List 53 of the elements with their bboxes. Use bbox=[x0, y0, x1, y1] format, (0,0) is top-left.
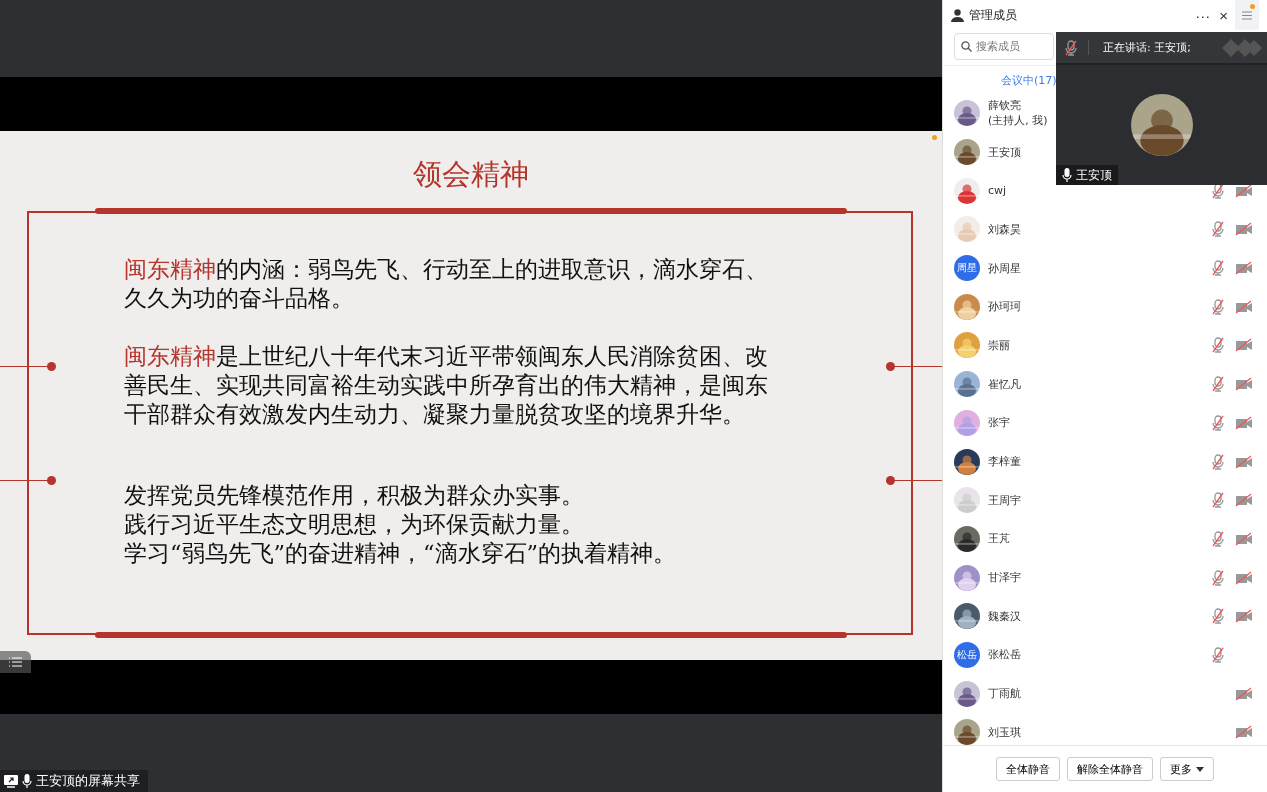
slide-text-line: 践行习近平生态文明思想，为环保贡献力量。 bbox=[124, 510, 585, 539]
member-name: 张宇 bbox=[988, 415, 1011, 431]
member-name: 刘森昊 bbox=[988, 221, 1022, 237]
member-name: 王芃 bbox=[988, 531, 1011, 547]
member-name: 薛钦亮 bbox=[988, 98, 1022, 114]
connector-line bbox=[0, 362, 56, 371]
list-icon bbox=[8, 656, 23, 667]
member-name: 崔忆凡 bbox=[988, 376, 1022, 392]
member-role: (主持人, 我) bbox=[988, 113, 1049, 129]
slide-title: 领会精神 bbox=[413, 157, 529, 191]
speaking-label: 正在讲话: 王安顶; bbox=[1088, 40, 1212, 55]
slide-paragraph: 闽东精神是上世纪八十年代末习近平带领闽东人民消除贫困、改善民生、实现共同富裕生动实践中所孕育出的伟大精神，是闽东干部群众有效激发内生动力、凝聚力量脱贫攻坚的境界升华。 bbox=[124, 342, 769, 429]
slide-text-line: 学习“弱鸟先飞”的奋进精神，“滴水穿石”的执着精神。 bbox=[124, 539, 677, 568]
connector-line bbox=[0, 476, 56, 485]
in-meeting-tab[interactable]: 会议中(17) bbox=[1001, 72, 1057, 88]
share-label: 王安顶的屏幕共享 bbox=[36, 772, 140, 790]
member-name: cwj bbox=[988, 184, 1008, 198]
video-off-icon[interactable] bbox=[1235, 183, 1253, 198]
connector-line bbox=[886, 476, 942, 485]
slide-text-line: 发挥党员先锋模范作用，积极为群众办实事。 bbox=[124, 481, 585, 510]
member-name: 孙周星 bbox=[988, 260, 1022, 276]
member-name: 魏秦汉 bbox=[988, 608, 1022, 624]
initials-avatar: 周星 bbox=[954, 255, 980, 282]
footer-button[interactable]: 更多 bbox=[1160, 757, 1214, 781]
more-button[interactable]: ··· bbox=[1193, 6, 1213, 24]
member-name: 李梓童 bbox=[988, 454, 1022, 470]
connector-line bbox=[886, 362, 942, 371]
slide-menu-button[interactable] bbox=[0, 651, 31, 673]
member-name: 丁雨航 bbox=[988, 686, 1022, 702]
person-icon bbox=[951, 8, 964, 22]
initials-avatar: 松岳 bbox=[954, 641, 980, 668]
logo-icon bbox=[1222, 38, 1262, 57]
status-dot bbox=[932, 135, 937, 140]
mic-icon bbox=[1062, 168, 1072, 182]
member-name: 甘泽宇 bbox=[988, 570, 1022, 586]
close-button[interactable]: × bbox=[1217, 6, 1230, 24]
member-name: 孙珂珂 bbox=[988, 299, 1022, 315]
member-name: 崇丽 bbox=[988, 337, 1011, 353]
footer-button[interactable]: 解除全体静音 bbox=[1067, 757, 1153, 781]
member-name: 王安顶 bbox=[988, 144, 1022, 160]
member-name: 刘玉琪 bbox=[988, 724, 1022, 740]
screen-share-icon bbox=[4, 774, 18, 788]
search-field[interactable]: 搜索成员 bbox=[954, 33, 1054, 60]
panel-title: 管理成员 bbox=[969, 6, 1018, 24]
speaker-name: 王安顶 bbox=[1076, 166, 1112, 184]
menu-button[interactable] bbox=[1235, 0, 1259, 30]
menu-icon bbox=[1242, 10, 1252, 20]
mic-icon bbox=[22, 774, 32, 788]
member-name: 张松岳 bbox=[988, 647, 1022, 663]
slide-paragraph: 闽东精神的内涵：弱鸟先飞、行动至上的进取意识，滴水穿石、久久为功的奋斗品格。 bbox=[124, 255, 769, 313]
member-name: 王周宇 bbox=[988, 492, 1022, 508]
footer-button[interactable]: 全体静音 bbox=[996, 757, 1060, 781]
muted-mic-icon[interactable] bbox=[1211, 182, 1225, 199]
